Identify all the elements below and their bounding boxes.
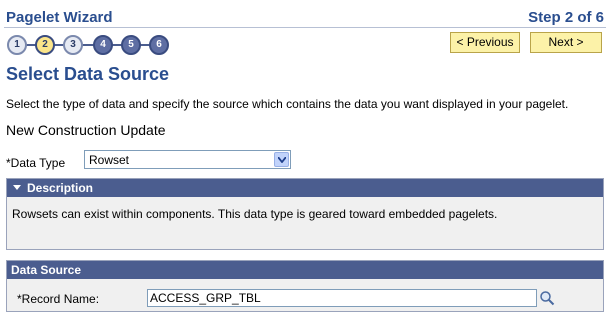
record-name-label: *Record Name: xyxy=(17,292,100,306)
magnifier-icon[interactable] xyxy=(539,290,555,306)
triangle-down-icon[interactable] xyxy=(13,185,21,191)
data-source-panel: Data Source *Record Name: xyxy=(6,260,604,312)
instructions-text: Select the type of data and specify the … xyxy=(6,97,569,111)
chevron-down-icon[interactable] xyxy=(274,152,289,167)
data-source-header: Data Source xyxy=(7,261,603,279)
record-name-input[interactable] xyxy=(147,289,537,307)
step-2: 2 xyxy=(35,35,55,55)
step-indicator: Step 2 of 6 xyxy=(528,9,604,26)
data-type-select[interactable]: Rowset xyxy=(84,150,291,169)
data-type-value: Rowset xyxy=(89,153,130,167)
description-header-label: Description xyxy=(27,181,94,195)
step-1[interactable]: 1 xyxy=(7,35,27,55)
step-6: 6 xyxy=(149,35,169,55)
previous-button[interactable]: < Previous xyxy=(450,32,520,53)
page-title: Select Data Source xyxy=(6,64,170,84)
description-header[interactable]: Description xyxy=(7,179,603,197)
wizard-header: Pagelet Wizard Step 2 of 6 xyxy=(4,4,606,28)
step-4: 4 xyxy=(93,35,113,55)
next-button[interactable]: Next > xyxy=(530,32,602,53)
pagelet-name: New Construction Update xyxy=(6,122,166,138)
description-text: Rowsets can exist within components. Thi… xyxy=(12,207,498,221)
step-5: 5 xyxy=(121,35,141,55)
wizard-title: Pagelet Wizard xyxy=(6,9,113,26)
step-3[interactable]: 3 xyxy=(63,35,83,55)
step-progress: 1 2 3 4 5 6 xyxy=(7,35,177,55)
description-panel: Description Rowsets can exist within com… xyxy=(6,178,604,250)
data-type-label: *Data Type xyxy=(6,156,66,170)
